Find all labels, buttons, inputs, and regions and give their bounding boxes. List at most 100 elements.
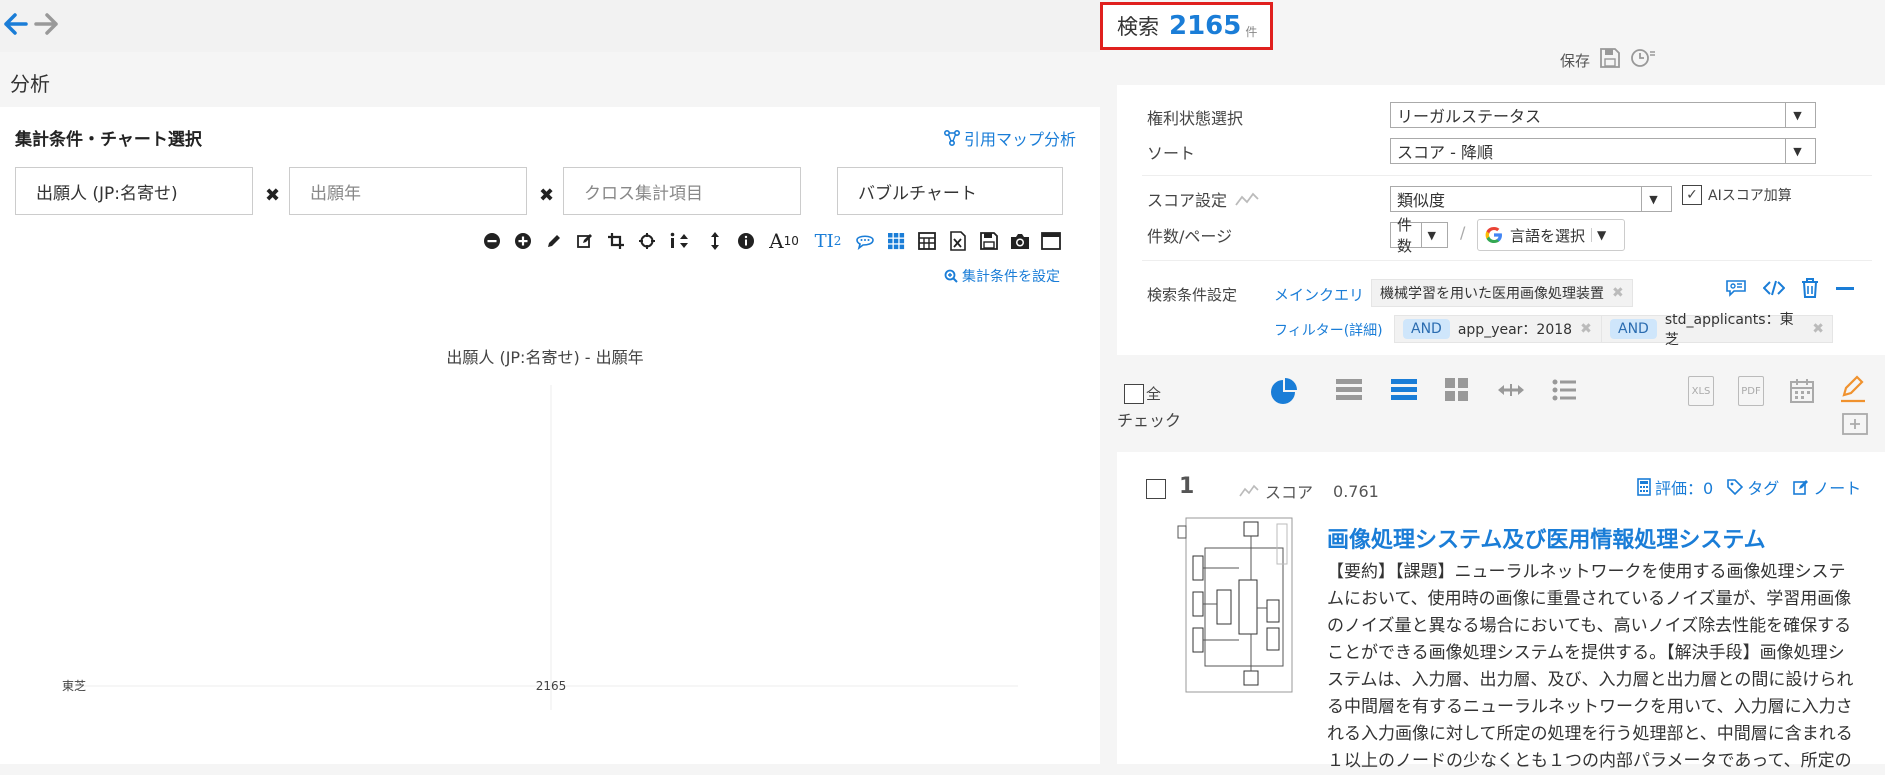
save-search-button[interactable]: [1600, 48, 1620, 72]
remove-chip-icon[interactable]: ✖: [1612, 285, 1624, 301]
ai-score-checkbox[interactable]: ✓: [1682, 185, 1702, 205]
check-all-label-2: チェック: [1117, 411, 1182, 430]
remove-chip-icon[interactable]: ✖: [1580, 321, 1592, 337]
pdf-export-button[interactable]: PDF: [1738, 376, 1764, 406]
info-sort-button[interactable]: [666, 229, 696, 253]
zoom-in-button[interactable]: [511, 229, 535, 253]
zoom-out-button[interactable]: [480, 229, 504, 253]
window-button[interactable]: [1039, 229, 1063, 253]
info-button[interactable]: [734, 229, 758, 253]
field3-placeholder: クロス集計項目: [584, 183, 703, 204]
title-label-button[interactable]: TI 2: [810, 229, 846, 253]
query-actions: [1725, 278, 1855, 298]
excel-export-button[interactable]: [946, 229, 970, 253]
abstract-line: １以上のノードの少なくとも１つの内部パラメータであって、所定の: [1327, 751, 1852, 771]
trash-icon[interactable]: [1801, 278, 1819, 298]
tag-button[interactable]: タグ: [1727, 475, 1779, 499]
comment-dots-icon: [856, 235, 874, 250]
aggregate-field-1[interactable]: 出願人 (JP:名寄せ): [15, 167, 253, 215]
result-index: 1: [1179, 474, 1195, 499]
arrows-horizontal-icon[interactable]: [1497, 382, 1525, 398]
pie-chart-icon[interactable]: [1269, 378, 1297, 406]
crop-button[interactable]: [604, 229, 628, 253]
grid-icon[interactable]: [1445, 378, 1469, 402]
trend-line-icon: [1235, 192, 1259, 206]
language-label: 言語を選択: [1510, 226, 1586, 245]
citation-map-link[interactable]: 引用マップ分析: [944, 126, 1076, 150]
calendar-icon[interactable]: [1789, 378, 1815, 404]
search-count-box: 検索 2165 件: [1100, 2, 1273, 50]
code-icon[interactable]: [1763, 279, 1785, 297]
minus-icon[interactable]: [1835, 279, 1855, 297]
score-select[interactable]: 類似度 ▼: [1390, 186, 1672, 212]
save-row: 保存: [1560, 48, 1656, 72]
tl-label: TI: [814, 230, 834, 252]
per-page-label: 件数/ページ: [1147, 227, 1233, 246]
remove-chip-icon[interactable]: ✖: [1812, 321, 1824, 337]
arrows-vertical-icon: [711, 232, 719, 250]
filter-chip[interactable]: AND std_applicants：東芝 ✖: [1601, 312, 1833, 348]
list-compact-icon[interactable]: [1336, 379, 1362, 401]
move-button[interactable]: [635, 229, 659, 253]
rights-select[interactable]: リーガルステータス ▼: [1390, 102, 1816, 128]
xls-export-button[interactable]: XLS: [1688, 376, 1714, 406]
edit-button[interactable]: [573, 229, 597, 253]
filter-chip[interactable]: AND app_year：2018 ✖: [1394, 315, 1606, 343]
set-condition-label: 集計条件を設定: [962, 269, 1060, 285]
minus-circle-icon: [484, 233, 500, 249]
save-icon: [980, 232, 998, 250]
calculator-button[interactable]: [915, 229, 939, 253]
times-icon: ✖: [539, 185, 555, 206]
result-title-link[interactable]: 画像処理システム及び医用情報処理システム: [1327, 522, 1766, 554]
divider: [1142, 175, 1872, 176]
abstract-line: 【要約】【課題】ニューラルネットワークを使用する画像処理システ: [1327, 562, 1846, 582]
abstract-line: ことができる画像処理システムを提供する。【解決手段】画像処理シ: [1327, 643, 1845, 663]
pen-edit-icon[interactable]: [1840, 375, 1866, 403]
result-checkbox[interactable]: [1146, 479, 1166, 499]
font-size-button[interactable]: A 10: [765, 229, 803, 253]
ai-score-toggle[interactable]: ✓ AIスコア加算: [1682, 185, 1792, 205]
check-all[interactable]: 全: [1124, 383, 1161, 404]
note-button[interactable]: ノート: [1793, 475, 1861, 499]
th-icon: [888, 233, 905, 250]
vertical-resize-button[interactable]: [703, 229, 727, 253]
arrow-left-icon: [4, 13, 28, 35]
save-chart-button[interactable]: [977, 229, 1001, 253]
history-button[interactable]: [1630, 48, 1656, 72]
note-label: ノート: [1813, 479, 1862, 498]
view-toolbar: 全 チェック XLS PDF: [1117, 365, 1885, 455]
result-abstract: 【要約】【課題】ニューラルネットワークを使用する画像処理システ ムにおいて、使用時…: [1327, 559, 1867, 775]
result-actions: 評価：0 タグ ノート: [1637, 475, 1861, 499]
search-conditions-panel: 権利状態選択 リーガルステータス ▼ ソート スコア - 降順 ▼ スコア設定 類似…: [1117, 85, 1885, 355]
pdf-label: PDF: [1741, 385, 1761, 397]
check-all-checkbox[interactable]: [1124, 383, 1144, 404]
forward-button[interactable]: [32, 10, 60, 38]
citation-map-label: 引用マップ分析: [964, 130, 1077, 149]
add-window-icon[interactable]: [1842, 413, 1868, 435]
cross-aggregate-field[interactable]: クロス集計項目: [563, 167, 801, 215]
per-page-select[interactable]: 件数 ▼: [1390, 216, 1448, 255]
language-select[interactable]: 言語を選択 ▼: [1477, 219, 1625, 251]
back-button[interactable]: [2, 10, 30, 38]
grid-view-button[interactable]: [884, 229, 908, 253]
list-ul-icon[interactable]: [1552, 379, 1576, 401]
set-condition-link[interactable]: 集計条件を設定: [944, 266, 1060, 286]
list-detail-icon[interactable]: [1391, 379, 1417, 401]
camera-button[interactable]: [1008, 229, 1032, 253]
main-query-chip[interactable]: 機械学習を用いた医用画像処理装置 ✖: [1371, 279, 1633, 307]
crop-icon: [608, 233, 624, 249]
pencil-button[interactable]: [542, 229, 566, 253]
abstract-line: ステムは、入力層、出力層、及び、入力層と出力層との間に設けられ: [1327, 670, 1854, 690]
rating-button[interactable]: 評価：0: [1637, 475, 1713, 499]
patent-drawing-thumbnail: [1177, 517, 1293, 693]
chart-toolbar: A 10 TI 2: [480, 228, 1063, 254]
check-all-label: 全: [1146, 385, 1162, 403]
query-detail-icon[interactable]: [1725, 278, 1747, 298]
aggregate-field-2[interactable]: 出願年: [289, 167, 527, 215]
chart-type-select[interactable]: バブルチャート: [837, 167, 1063, 215]
comment-button[interactable]: [853, 229, 877, 253]
result-card: 1 スコア 0.761 評価：0 タグ ノート 画像処理システム及び医用情報処理…: [1117, 452, 1885, 771]
arrow-right-icon: [34, 13, 58, 35]
abstract-line: る中間層を有するニューラルネットワークを用いて、入力層に入力さ: [1327, 697, 1853, 717]
sort-select[interactable]: スコア - 降順 ▼: [1390, 138, 1816, 164]
